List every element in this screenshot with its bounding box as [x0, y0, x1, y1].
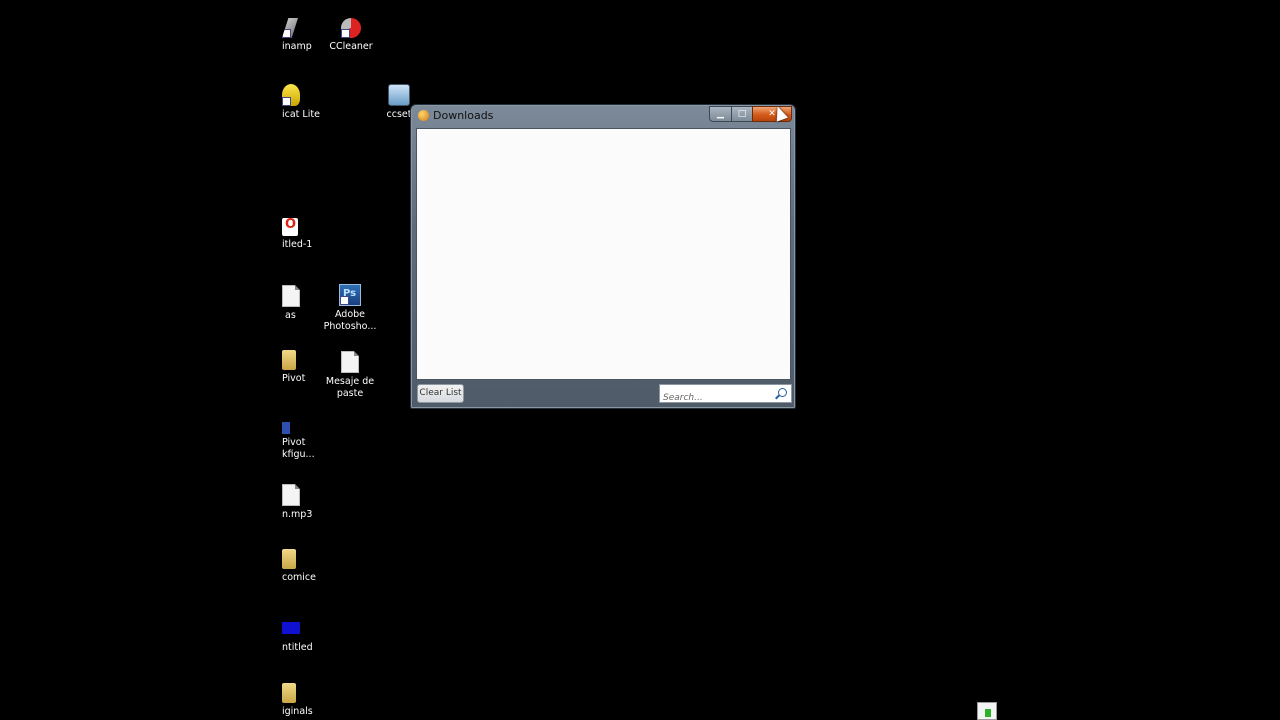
- photoshop-icon: [339, 284, 361, 306]
- text-file-icon: [282, 285, 300, 307]
- maximize-button[interactable]: □: [731, 106, 753, 122]
- desktop-icon-label: CCleaner: [329, 41, 373, 52]
- search-box[interactable]: [659, 384, 792, 406]
- desktop-icon-mesaje[interactable]: Mesaje de paste: [314, 351, 386, 400]
- folder-icon: [282, 350, 296, 370]
- pivot-icon: [282, 422, 290, 434]
- winamp-icon: [282, 18, 298, 38]
- blue-image-icon: [282, 622, 300, 634]
- desktop-icon-originals[interactable]: iginals: [282, 683, 354, 718]
- title-bar[interactable]: Downloads ▁ □ ✕: [411, 105, 795, 127]
- desktop-icon-label: comice: [282, 572, 316, 583]
- desktop-icon-mp3[interactable]: n.mp3: [282, 484, 354, 521]
- minimize-button[interactable]: ▁: [709, 106, 732, 122]
- search-icon[interactable]: [778, 388, 787, 397]
- desktop-icon-label: iginals: [282, 706, 313, 717]
- firefox-icon: [418, 110, 429, 121]
- desktop-icon-pivot-stickfigure[interactable]: Pivot kfigu...: [282, 416, 322, 461]
- desktop-icon-bandicam[interactable]: icat Lite: [282, 84, 354, 121]
- desktop-icon-label: Adobe Photosho...: [323, 309, 377, 332]
- desktop-icon-label: Pivot kfigu...: [282, 437, 315, 460]
- downloads-window[interactable]: Downloads ▁ □ ✕ Clear List: [410, 104, 796, 409]
- ccleaner-icon: [341, 18, 361, 38]
- downloads-list[interactable]: [416, 128, 791, 380]
- desktop-icon-label: n.mp3: [282, 509, 313, 520]
- desktop-icon-label: Mesaje de paste: [325, 376, 375, 399]
- desktop-icon-label: itled-1: [282, 239, 313, 250]
- window-title: Downloads: [433, 109, 494, 122]
- text-file-icon: [341, 351, 359, 373]
- search-input[interactable]: [663, 390, 775, 406]
- text-file-icon: [282, 484, 300, 506]
- desktop-icon-label: icat Lite: [282, 109, 320, 120]
- clear-list-button[interactable]: Clear List: [417, 384, 464, 403]
- opera-icon: [282, 218, 298, 236]
- bandicam-icon: [282, 84, 300, 106]
- ccsetup-icon: [388, 84, 410, 106]
- folder-icon: [282, 683, 296, 703]
- desktop-icon-opera[interactable]: itled-1: [282, 218, 354, 251]
- desktop-icon-comice[interactable]: comice: [282, 549, 354, 584]
- desktop-icon-untitled[interactable]: ntitled: [282, 622, 354, 654]
- desktop-icon-photoshop[interactable]: Adobe Photosho...: [314, 284, 386, 333]
- folder-icon: [282, 549, 296, 569]
- download-tray-icon[interactable]: [977, 702, 997, 720]
- desktop-icon-ccleaner[interactable]: CCleaner: [315, 18, 387, 53]
- desktop-icon-label: ntitled: [282, 642, 313, 653]
